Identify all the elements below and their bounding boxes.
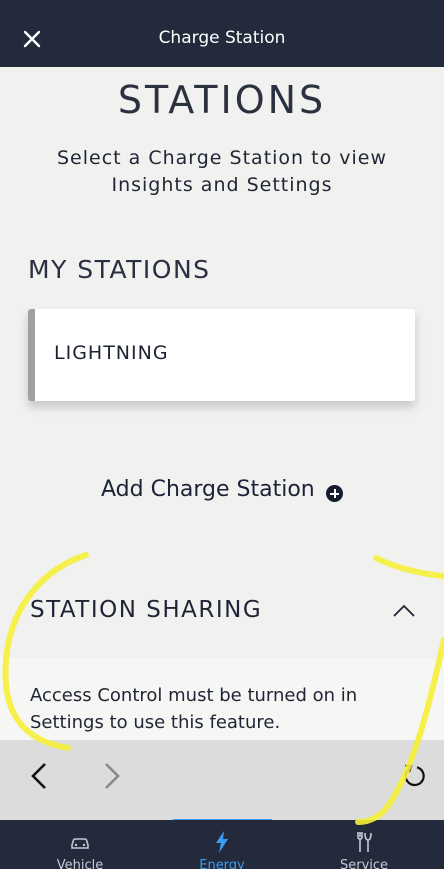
lightning-icon bbox=[216, 831, 228, 853]
back-arrow-icon[interactable] bbox=[26, 761, 52, 791]
reload-icon[interactable] bbox=[401, 762, 429, 790]
station-sharing-panel: Access Control must be turned on in Sett… bbox=[0, 658, 444, 740]
station-sharing-header[interactable]: STATION SHARING bbox=[0, 566, 444, 658]
page-subtitle: Select a Charge Station to view Insights… bbox=[56, 147, 387, 196]
forward-arrow-icon[interactable] bbox=[99, 761, 125, 791]
station-name: LIGHTNING bbox=[54, 342, 169, 364]
station-sharing-message: Access Control must be turned on in Sett… bbox=[30, 685, 358, 733]
browser-toolbar bbox=[0, 740, 444, 820]
plus-circle-icon bbox=[326, 485, 343, 502]
chevron-up-icon[interactable] bbox=[392, 602, 416, 618]
car-icon bbox=[71, 838, 89, 849]
station-sharing-label: STATION SHARING bbox=[30, 597, 263, 623]
tab-service[interactable]: Service bbox=[290, 820, 438, 869]
header-title: Charge Station bbox=[158, 28, 286, 48]
tools-icon bbox=[357, 832, 372, 852]
station-card-lightning[interactable]: LIGHTNING bbox=[28, 309, 415, 401]
my-stations-label: MY STATIONS bbox=[28, 255, 211, 284]
bottom-navigation: Vehicle Energy Service bbox=[0, 820, 444, 869]
add-charge-station-label: Add Charge Station bbox=[101, 477, 315, 502]
add-charge-station-button[interactable]: Add Charge Station bbox=[0, 477, 444, 509]
app-header: Charge Station bbox=[0, 0, 444, 67]
tab-vehicle[interactable]: Vehicle bbox=[6, 820, 154, 869]
tab-service-label: Service bbox=[339, 858, 389, 869]
tab-energy-label: Energy bbox=[199, 858, 245, 869]
page-title: STATIONS bbox=[117, 78, 327, 122]
tab-vehicle-label: Vehicle bbox=[56, 858, 104, 869]
tab-energy[interactable]: Energy bbox=[148, 820, 296, 869]
